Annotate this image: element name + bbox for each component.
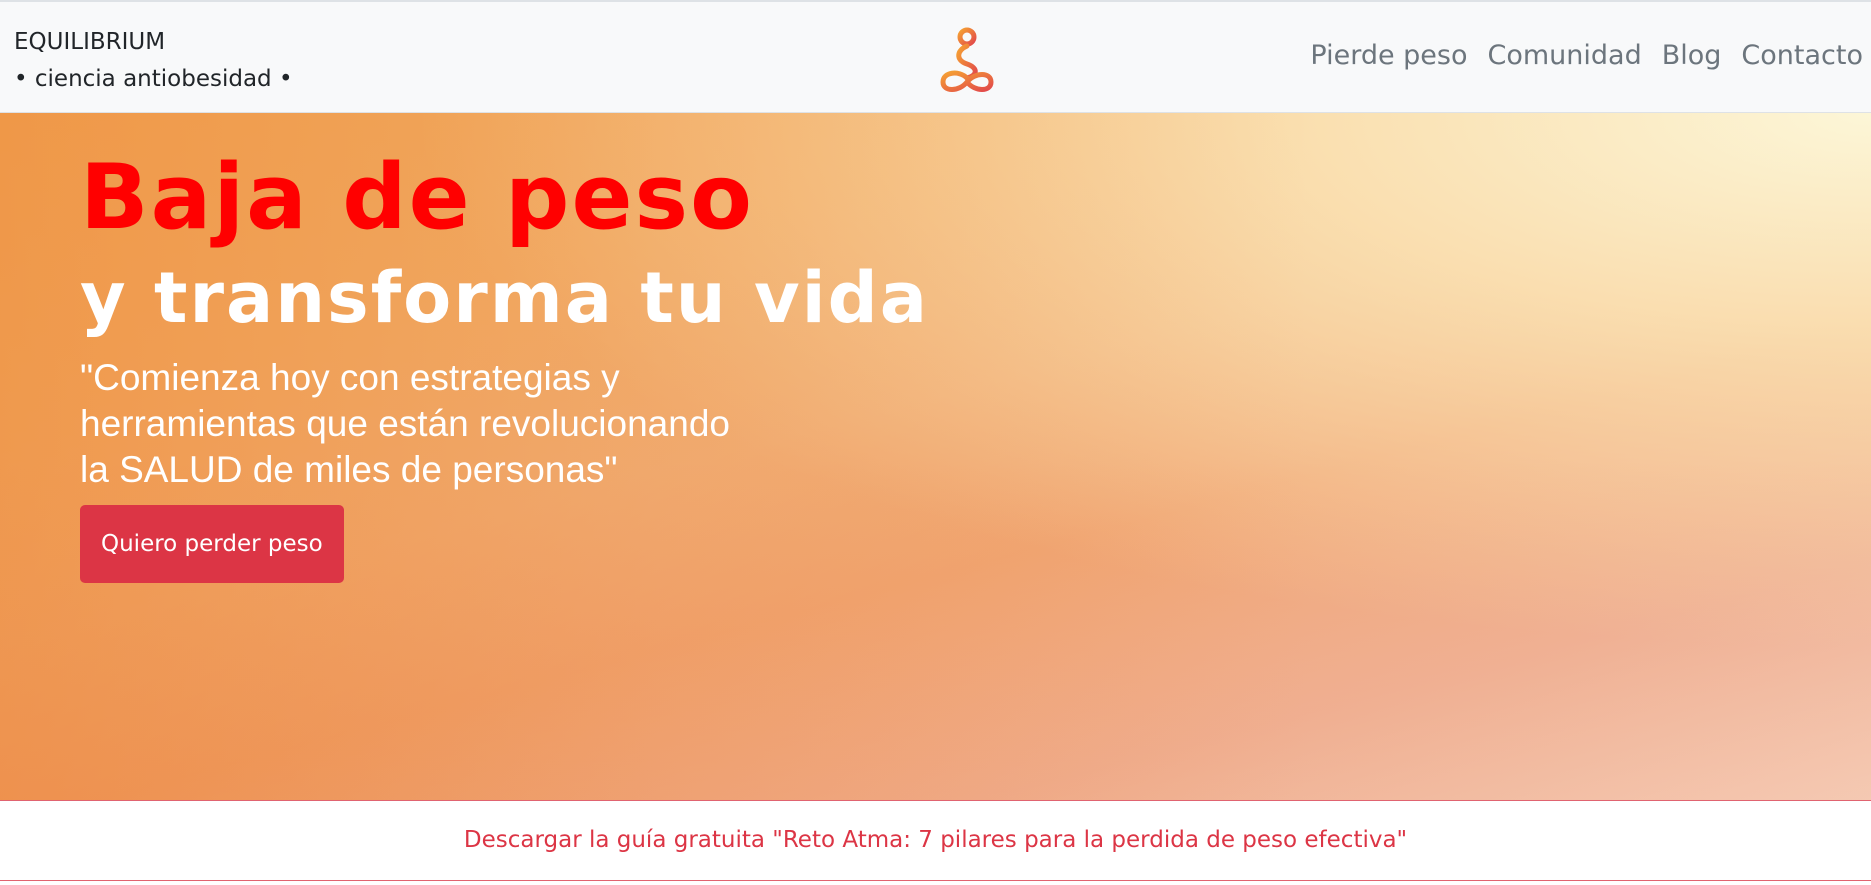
hero-quote-line-1: "Comienza hoy con estrategias y [80, 357, 620, 398]
hero-quote: "Comienza hoy con estrategias y herramie… [80, 355, 800, 493]
lose-weight-button[interactable]: Quiero perder peso [80, 505, 344, 583]
hero-quote-line-3: la SALUD de miles de personas" [80, 449, 618, 490]
nav-link-contacto[interactable]: Contacto [1741, 40, 1863, 71]
hero-quote-line-2: herramientas que están revolucionando [80, 403, 730, 444]
nav-link-blog[interactable]: Blog [1662, 40, 1722, 71]
meditation-figure-icon[interactable] [937, 26, 997, 96]
nav-link-comunidad[interactable]: Comunidad [1488, 40, 1642, 71]
brand[interactable]: EQUILIBRIUM • ciencia antiobesidad • [14, 24, 293, 98]
hero-content: Baja de peso y transforma tu vida "Comie… [80, 143, 929, 583]
nav-link-pierde-peso[interactable]: Pierde peso [1310, 40, 1467, 71]
nav-menu: Pierde peso Comunidad Blog Contacto [1310, 40, 1863, 71]
top-navbar: EQUILIBRIUM • ciencia antiobesidad • Pie… [0, 0, 1871, 113]
hero-headline: Baja de peso [80, 145, 754, 250]
brand-name: EQUILIBRIUM [14, 29, 166, 55]
download-guide-link[interactable]: Descargar la guía gratuita "Reto Atma: 7… [464, 827, 1407, 853]
hero-banner: Baja de peso y transforma tu vida "Comie… [0, 113, 1871, 800]
hero-subheadline: y transforma tu vida [80, 257, 929, 339]
download-guide-bar: Descargar la guía gratuita "Reto Atma: 7… [0, 800, 1871, 881]
brand-tagline: • ciencia antiobesidad • [14, 66, 293, 92]
